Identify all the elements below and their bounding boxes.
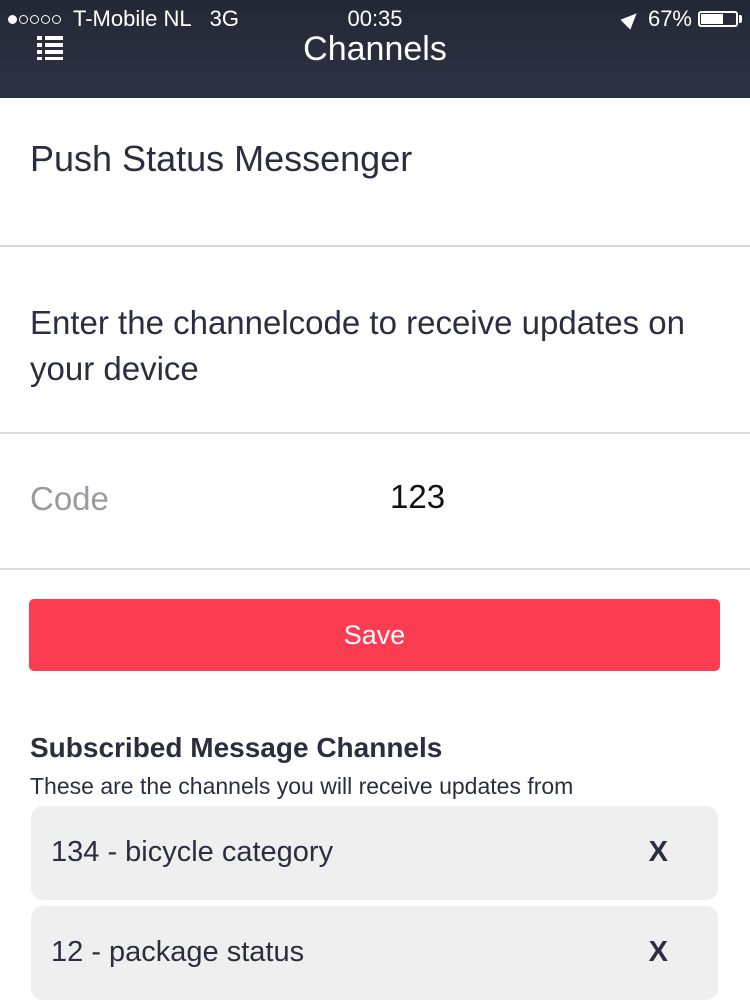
code-input[interactable]	[390, 474, 710, 520]
code-label: Code	[30, 480, 109, 517]
navigation-bar: T-Mobile NL 3G 00:35 67% Channels	[0, 0, 750, 98]
subscribed-channels-heading: Subscribed Message Channels	[30, 732, 443, 763]
location-arrow-icon	[620, 8, 642, 30]
subscribed-channels-subheading: These are the channels you will receive …	[30, 773, 574, 799]
page-title: Channels	[303, 30, 447, 68]
battery-tip	[739, 15, 742, 23]
save-button-label: Save	[343, 619, 406, 650]
channel-item[interactable]: 12 - package status X	[31, 906, 718, 1000]
battery-fill	[701, 14, 724, 24]
remove-channel-button[interactable]: X	[649, 836, 668, 869]
channel-label: 12 - package status	[51, 936, 305, 968]
app-title: Push Status Messenger	[30, 138, 413, 179]
save-button[interactable]: Save	[29, 599, 720, 671]
screen: T-Mobile NL 3G 00:35 67% Channels Push S…	[0, 0, 750, 1000]
battery-icon	[698, 11, 738, 27]
channel-label: 134 - bicycle category	[51, 836, 334, 868]
remove-channel-button[interactable]: X	[649, 936, 668, 969]
instructions-text: Enter the channelcode to receive updates…	[30, 304, 685, 387]
channel-item[interactable]: 134 - bicycle category X	[31, 806, 718, 900]
battery-percentage: 67%	[647, 6, 692, 31]
status-right: 67%	[620, 6, 742, 32]
